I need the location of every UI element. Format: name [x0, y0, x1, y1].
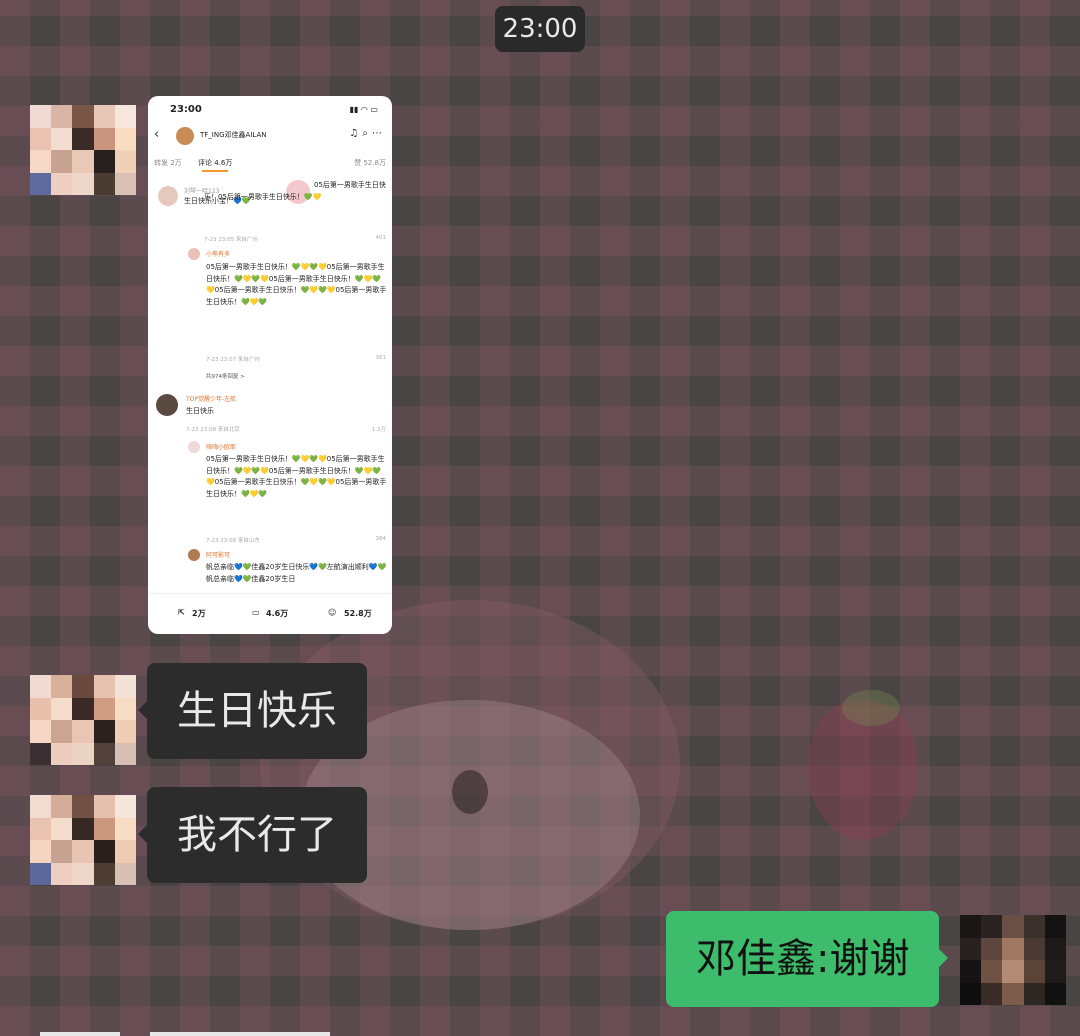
wallpaper-character-eye — [452, 770, 488, 814]
comment-count: 4.6万 — [266, 609, 289, 618]
comment-meta: 7-23 23:08 来自北京 — [186, 427, 240, 433]
wallpaper-strawberry-leaf — [842, 690, 900, 726]
comment-avatar — [156, 394, 178, 416]
comment-icon: ▭ — [252, 608, 260, 617]
comment-likes: 401 — [375, 235, 387, 241]
tab-reposts: 转发 2万 — [154, 159, 182, 167]
screenshot-status-time: 23:00 — [170, 104, 202, 115]
comment-username: TOP觉醒少年-左航 — [186, 396, 237, 403]
sender-avatar[interactable] — [30, 675, 136, 765]
comment-avatar — [188, 549, 200, 561]
comment-meta: 7-23 23:08 来自山东 — [206, 538, 260, 544]
comment-text: 05后第一男歌手生日快乐！💚💛💚💛05后第一男歌手生日快乐！💚💛💚💛05后第一男… — [206, 263, 387, 306]
sender-avatar[interactable] — [30, 105, 136, 195]
comment-reply-text: 05后第一男歌手生日快乐！05后第一男歌手生日快乐！💚💛 — [204, 181, 386, 201]
comment-meta: 7-23 23:05 来自广州 — [204, 237, 258, 243]
account-avatar — [176, 127, 194, 145]
message-bubble-incoming[interactable]: 我不行了 — [138, 787, 367, 883]
repost-count: 2万 — [192, 609, 206, 618]
message-bubble-outgoing[interactable]: 邓佳鑫:谢谢 — [666, 911, 949, 1007]
comment-text: 生日快乐 — [186, 407, 214, 415]
more-replies-link: 共974条回复 > — [206, 374, 245, 380]
like-count: 52.8万 — [344, 609, 372, 618]
comment-text: 帆总亲临💙💚佳鑫20岁生日快乐💙💚左航演出顺利💙💚帆总亲临💙💚佳鑫20岁生日 — [206, 563, 387, 583]
comment-avatar — [158, 186, 178, 206]
tab-likes: 赞 52.8万 — [354, 159, 386, 167]
own-avatar[interactable] — [960, 915, 1066, 1005]
sender-avatar[interactable] — [30, 795, 136, 885]
comment-likes: 1.3万 — [371, 427, 386, 433]
comment-username: 嗨嗨小欧耶 — [206, 444, 237, 451]
message-timestamp: 23:00 — [495, 6, 585, 52]
comment-username: 阿可影可 — [206, 552, 231, 559]
next-message-edge — [40, 1032, 120, 1036]
comment-meta: 7-23 23:07 来自广州 — [206, 357, 260, 363]
headset-search-more-icons: ♫⌕⋯ — [349, 128, 386, 139]
comment-likes: 361 — [375, 355, 387, 361]
comment-username: 小熊有多 — [206, 251, 231, 258]
next-message-edge — [150, 1032, 330, 1036]
tab-comments: 评论 4.6万 — [198, 159, 233, 172]
comment-likes: 384 — [375, 536, 387, 542]
shared-screenshot-image[interactable]: 23:00 ▮▮ ◠ ▭ ‹ TF_ING邓佳鑫AILAN ♫⌕⋯ 转发 2万 … — [148, 96, 392, 634]
comment-text: 05后第一男歌手生日快乐！💚💛💚💛05后第一男歌手生日快乐！💚💛💚💛05后第一男… — [206, 455, 387, 498]
wallpaper-strawberry — [808, 700, 918, 840]
account-name: TF_ING邓佳鑫AILAN — [200, 131, 267, 139]
screenshot-bottom-bar: ⇱ 2万 ▭ 4.6万 ☺ 52.8万 — [148, 593, 392, 634]
like-icon: ☺ — [328, 608, 337, 617]
message-bubble-incoming[interactable]: 生日快乐 — [138, 663, 367, 759]
comment-avatar — [188, 248, 200, 260]
signal-wifi-battery-icon: ▮▮ ◠ ▭ — [349, 105, 378, 114]
back-arrow-icon: ‹ — [154, 127, 160, 142]
repost-icon: ⇱ — [178, 608, 185, 617]
comment-avatar — [188, 441, 200, 453]
